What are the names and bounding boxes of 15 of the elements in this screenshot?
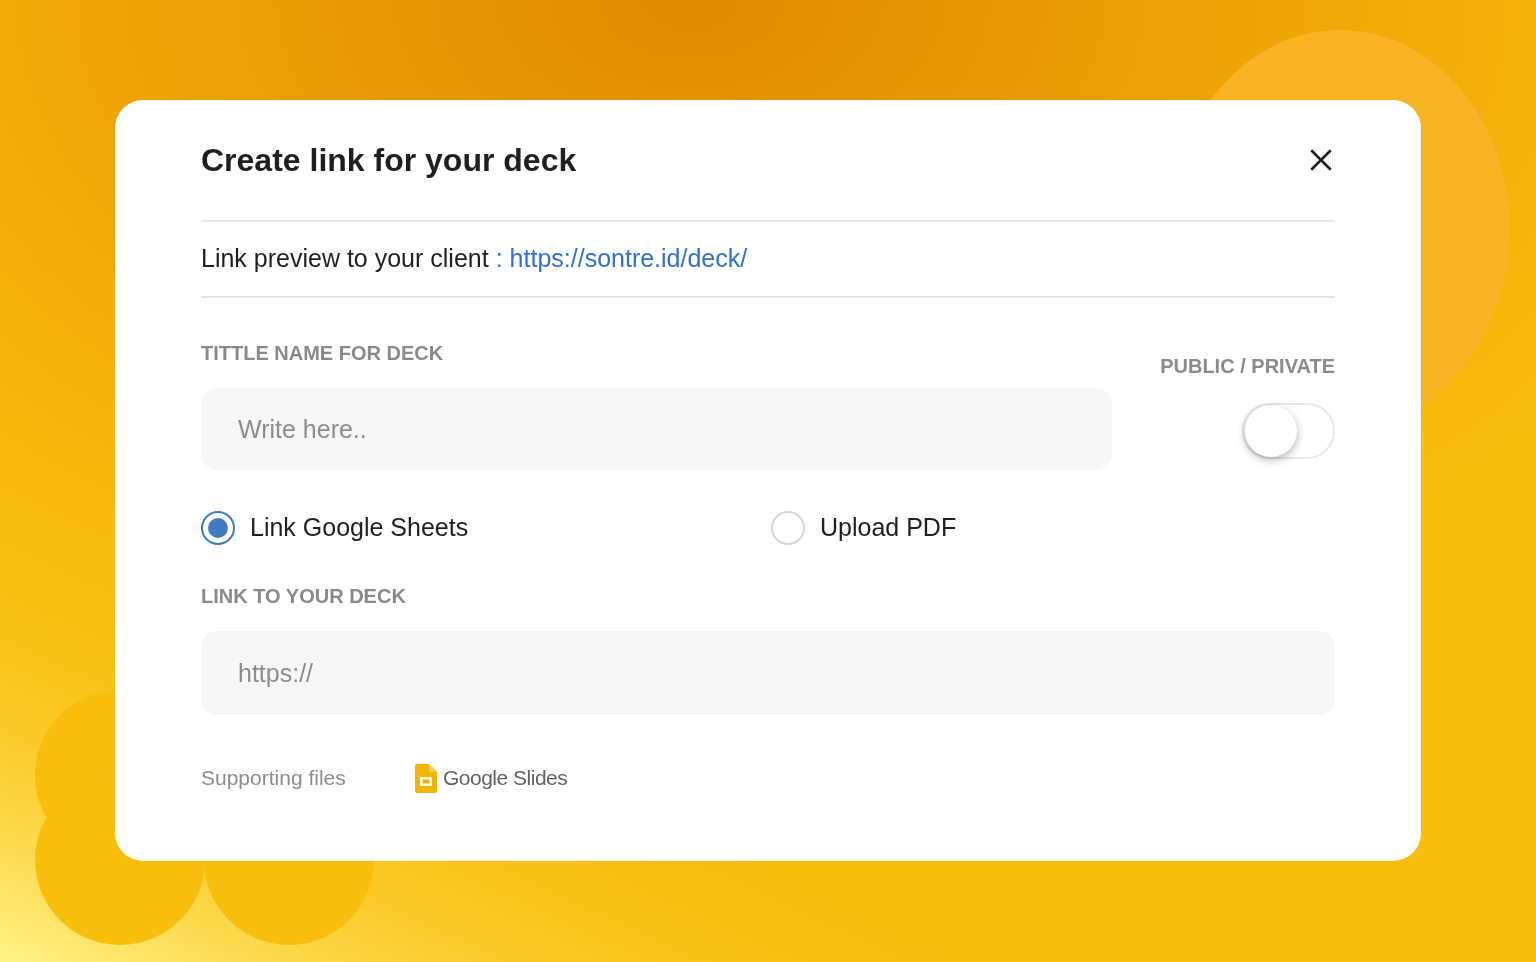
field-label: TITTLE NAME FOR DECK <box>201 341 445 366</box>
preview-label: Link preview to your client <box>201 243 489 275</box>
file-name: Google Slides <box>443 765 568 792</box>
visibility-toggle[interactable] <box>1242 403 1335 459</box>
preview-link[interactable]: https://sontre.id/deck/ <box>509 240 748 278</box>
source-radio[interactable]: Upload PDF <box>771 509 957 547</box>
dialog-title: Create link for your deck <box>201 141 577 180</box>
source-radio[interactable]: Link Google Sheets <box>201 509 771 547</box>
field-label: PUBLIC / PRIVATE <box>1160 354 1335 379</box>
field-label: LINK TO YOUR DECK <box>201 584 407 609</box>
supporting-label: Supporting files <box>201 765 347 792</box>
title-input-field[interactable]: Write here.. <box>201 388 1112 470</box>
slides-file-icon <box>415 763 437 793</box>
link-input-field[interactable]: https:// <box>201 631 1335 715</box>
preview-separator: : <box>495 243 503 275</box>
